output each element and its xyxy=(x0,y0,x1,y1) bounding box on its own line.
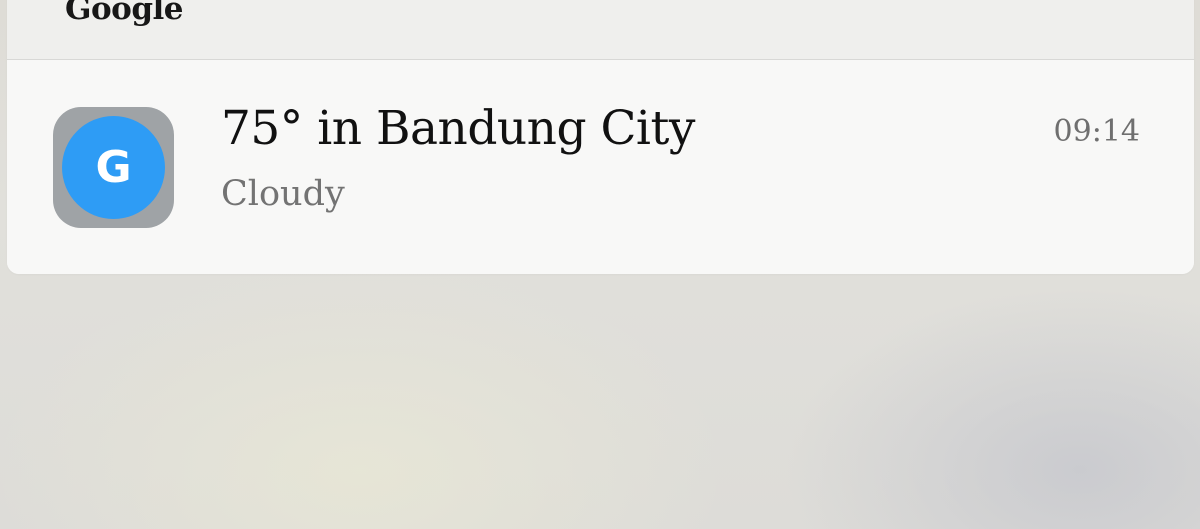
notification-subtitle: Cloudy xyxy=(221,174,345,214)
notification-card[interactable]: Google G 75° in Bandung City Cloudy 09:1… xyxy=(7,0,1194,274)
google-icon-background: G xyxy=(62,116,165,219)
google-icon: G xyxy=(53,107,174,228)
notification-title: 75° in Bandung City xyxy=(221,101,695,156)
notification-time: 09:14 xyxy=(1053,114,1140,149)
google-icon-glyph: G xyxy=(95,141,132,193)
notification-header: Google xyxy=(7,0,1194,60)
notification-body[interactable]: G 75° in Bandung City Cloudy 09:14 xyxy=(7,60,1194,274)
app-name: Google xyxy=(65,0,184,27)
